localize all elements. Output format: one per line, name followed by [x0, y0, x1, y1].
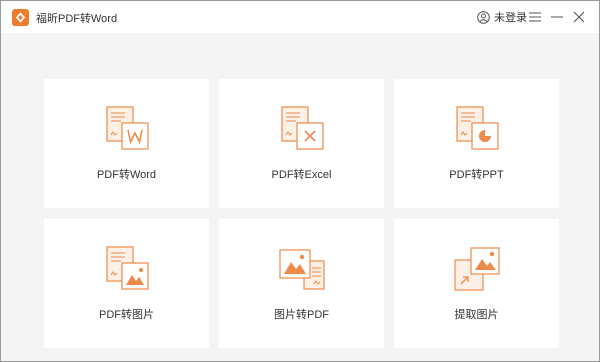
app-window: 福昕PDF转Word 未登录 PDF转Word PDF转Excel PDF转PP… [0, 0, 600, 362]
tool-card-image-to-pdf[interactable]: 图片转PDF [219, 219, 384, 348]
login-label: 未登录 [494, 12, 527, 24]
pdf-to-word-icon [106, 106, 149, 150]
app-logo-icon [12, 9, 29, 26]
tool-label: PDF转图片 [99, 309, 154, 321]
app-title: 福昕PDF转Word [36, 13, 118, 25]
title-bar: 福昕PDF转Word 未登录 [1, 1, 599, 33]
user-icon [477, 10, 490, 24]
tool-card-extract-image[interactable]: 提取图片 [394, 219, 559, 348]
tool-card-pdf-to-word[interactable]: PDF转Word [44, 79, 209, 208]
close-icon[interactable] [572, 10, 586, 24]
minimize-icon[interactable] [550, 10, 564, 24]
tool-label: PDF转PPT [449, 169, 504, 181]
tool-label: PDF转Excel [271, 169, 332, 181]
tool-card-pdf-to-ppt[interactable]: PDF转PPT [394, 79, 559, 208]
tool-label: PDF转Word [96, 169, 157, 181]
pdf-to-ppt-icon [456, 106, 499, 150]
tool-card-pdf-to-image[interactable]: PDF转图片 [44, 219, 209, 348]
login-button[interactable]: 未登录 [477, 9, 527, 25]
extract-image-icon [454, 247, 500, 291]
pdf-to-excel-icon [281, 106, 324, 150]
pdf-to-image-icon [106, 246, 149, 290]
tool-label: 提取图片 [454, 309, 499, 321]
image-to-pdf-icon [279, 249, 325, 290]
tool-label: 图片转PDF [274, 309, 329, 321]
hamburger-menu-icon[interactable] [528, 10, 542, 24]
tool-card-pdf-to-excel[interactable]: PDF转Excel [219, 79, 384, 208]
